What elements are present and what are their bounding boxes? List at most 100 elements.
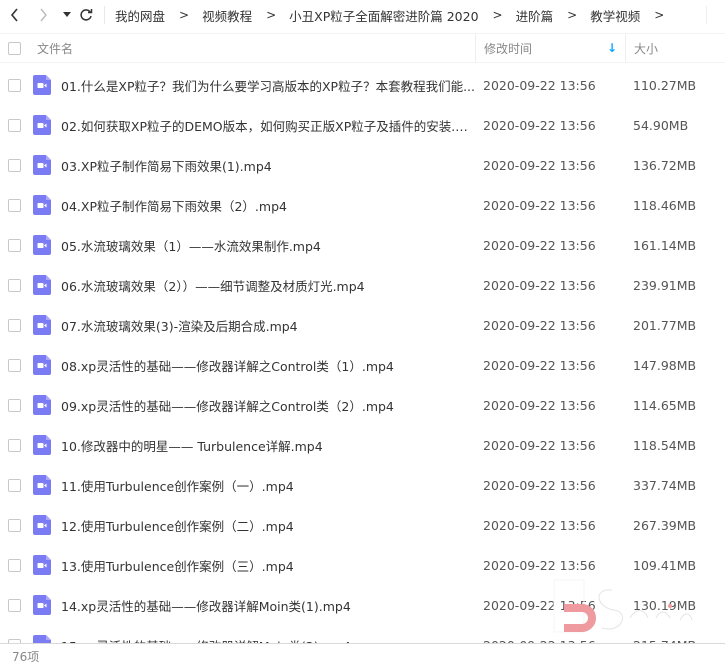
row-checkbox-cell [0,158,33,172]
file-name[interactable]: 09.xp灵活性的基础——修改器详解之Control类（2）.mp4 [61,396,475,415]
breadcrumb-separator: > [266,8,277,22]
row-checkbox[interactable] [8,158,21,172]
file-name[interactable]: 01.什么是XP粒子？我们为什么要学习高版本的XP粒子？本套教程我们能... [61,76,475,95]
file-size: 118.54MB [633,437,697,453]
row-checkbox-cell [0,318,33,332]
file-name[interactable]: 15.xp灵活性的基础——修改器详解Moin类(2).mp4 [61,636,475,644]
file-name[interactable]: 04.XP粒子制作简易下雨效果（2）.mp4 [61,196,475,215]
row-checkbox-cell [0,118,33,132]
file-row-12[interactable]: 12.使用Turbulence创作案例（二）.mp4 2020-09-22 13… [0,505,725,545]
file-list[interactable]: 01.什么是XP粒子？我们为什么要学习高版本的XP粒子？本套教程我们能... 2… [0,65,725,643]
history-dropdown-button[interactable] [58,0,76,30]
forward-button[interactable] [32,0,54,30]
file-modified-time: 2020-09-22 13:56 [483,317,596,333]
file-name[interactable]: 03.XP粒子制作简易下雨效果(1).mp4 [61,156,475,175]
file-type-cell [33,435,61,455]
row-checkbox[interactable] [8,278,21,292]
breadcrumb-item-video-tutorials[interactable]: 视频教程 [202,6,252,25]
breadcrumb: 我的网盘 > 视频教程 > 小丑XP粒子全面解密进阶篇 2020 > 进阶篇 >… [115,6,677,25]
file-row-5[interactable]: 05.水流玻璃效果（1）——水流效果制作.mp4 2020-09-22 13:5… [0,225,725,265]
chevron-right-icon [40,8,47,22]
file-size: 136.72MB [633,157,697,173]
refresh-button[interactable] [76,0,96,30]
file-modified-time: 2020-09-22 13:56 [483,437,596,453]
breadcrumb-separator[interactable]: > [654,8,664,22]
row-checkbox[interactable] [8,398,21,412]
file-name[interactable]: 07.水流玻璃效果(3)-渲染及后期合成.mp4 [61,316,475,335]
file-row-8[interactable]: 08.xp灵活性的基础——修改器详解之Control类（1）.mp4 2020-… [0,345,725,385]
file-size: 239.91MB [633,277,697,293]
column-header-name[interactable]: 文件名 [37,34,475,62]
file-row-9[interactable]: 09.xp灵活性的基础——修改器详解之Control类（2）.mp4 2020-… [0,385,725,425]
file-type-cell [33,115,61,135]
file-name[interactable]: 06.水流玻璃效果（2））——细节调整及材质灯光.mp4 [61,276,475,295]
file-name[interactable]: 11.使用Turbulence创作案例（一）.mp4 [61,476,475,495]
breadcrumb-item-teaching-videos[interactable]: 教学视频 [590,6,640,25]
file-type-cell [33,355,61,375]
arrow-down-icon: ↓ [606,41,617,55]
video-file-icon [33,395,51,415]
row-checkbox-cell [0,598,33,612]
file-size: 161.14MB [633,237,697,253]
file-row-15[interactable]: 15.xp灵活性的基础——修改器详解Moin类(2).mp4 2020-09-2… [0,625,725,643]
row-checkbox[interactable] [8,358,21,372]
breadcrumb-item-course[interactable]: 小丑XP粒子全面解密进阶篇 2020 [289,6,478,25]
column-header-size-label: 大小 [634,41,659,56]
back-button[interactable] [4,0,26,30]
file-name[interactable]: 08.xp灵活性的基础——修改器详解之Control类（1）.mp4 [61,356,475,375]
file-row-2[interactable]: 02.如何获取XP粒子的DEMO版本，如何购买正版XP粒子及插件的安装.mp4 … [0,105,725,145]
row-checkbox[interactable] [8,238,21,252]
file-row-10[interactable]: 10.修改器中的明星—— Turbulence详解.mp4 2020-09-22… [0,425,725,465]
file-name[interactable]: 13.使用Turbulence创作案例（三）.mp4 [61,556,475,575]
video-file-icon [33,235,51,255]
file-type-cell [33,155,61,175]
breadcrumb-separator: > [567,8,578,22]
video-file-icon [33,155,51,175]
select-all-checkbox[interactable] [8,41,21,55]
toolbar-right-divider [706,6,707,24]
file-name[interactable]: 14.xp灵活性的基础——修改器详解Moin类(1).mp4 [61,596,475,615]
video-file-icon [33,315,51,335]
row-checkbox[interactable] [8,78,21,92]
row-checkbox[interactable] [8,478,21,492]
video-file-icon [33,75,51,95]
file-row-11[interactable]: 11.使用Turbulence创作案例（一）.mp4 2020-09-22 13… [0,465,725,505]
file-name[interactable]: 12.使用Turbulence创作案例（二）.mp4 [61,516,475,535]
file-row-14[interactable]: 14.xp灵活性的基础——修改器详解Moin类(1).mp4 2020-09-2… [0,585,725,625]
row-checkbox[interactable] [8,558,21,572]
chevron-left-icon [10,8,18,22]
row-checkbox-cell [0,278,33,292]
video-file-icon [33,435,51,455]
file-row-1[interactable]: 01.什么是XP粒子？我们为什么要学习高版本的XP粒子？本套教程我们能... 2… [0,65,725,105]
row-checkbox[interactable] [8,198,21,212]
select-all-cell [0,34,37,62]
status-bar: 76项 [0,643,725,668]
file-row-3[interactable]: 03.XP粒子制作简易下雨效果(1).mp4 2020-09-22 13:56 … [0,145,725,185]
breadcrumb-item-root[interactable]: 我的网盘 [115,6,165,25]
file-row-7[interactable]: 07.水流玻璃效果(3)-渲染及后期合成.mp4 2020-09-22 13:5… [0,305,725,345]
video-file-icon [33,195,51,215]
file-modified-time: 2020-09-22 13:56 [483,477,596,493]
row-checkbox[interactable] [8,598,21,612]
file-row-6[interactable]: 06.水流玻璃效果（2））——细节调整及材质灯光.mp4 2020-09-22 … [0,265,725,305]
breadcrumb-separator: > [179,8,190,22]
row-checkbox-cell [0,358,33,372]
row-checkbox-cell [0,518,33,532]
file-modified-time: 2020-09-22 13:56 [483,157,596,173]
row-checkbox[interactable] [8,318,21,332]
file-name[interactable]: 10.修改器中的明星—— Turbulence详解.mp4 [61,436,475,455]
file-name[interactable]: 02.如何获取XP粒子的DEMO版本，如何购买正版XP粒子及插件的安装.mp4 [61,116,475,135]
breadcrumb-item-advanced[interactable]: 进阶篇 [516,6,554,25]
column-header-modified-time[interactable]: 修改时间 ↓ [475,34,625,62]
file-size: 54.90MB [633,117,689,133]
row-checkbox[interactable] [8,518,21,532]
column-header-size[interactable]: 大小 [625,34,725,62]
item-count: 76项 [12,649,40,664]
file-row-4[interactable]: 04.XP粒子制作简易下雨效果（2）.mp4 2020-09-22 13:56 … [0,185,725,225]
file-row-13[interactable]: 13.使用Turbulence创作案例（三）.mp4 2020-09-22 13… [0,545,725,585]
file-modified-time: 2020-09-22 13:56 [483,277,596,293]
row-checkbox[interactable] [8,118,21,132]
file-size: 114.65MB [633,397,697,413]
file-name[interactable]: 05.水流玻璃效果（1）——水流效果制作.mp4 [61,236,475,255]
row-checkbox[interactable] [8,438,21,452]
